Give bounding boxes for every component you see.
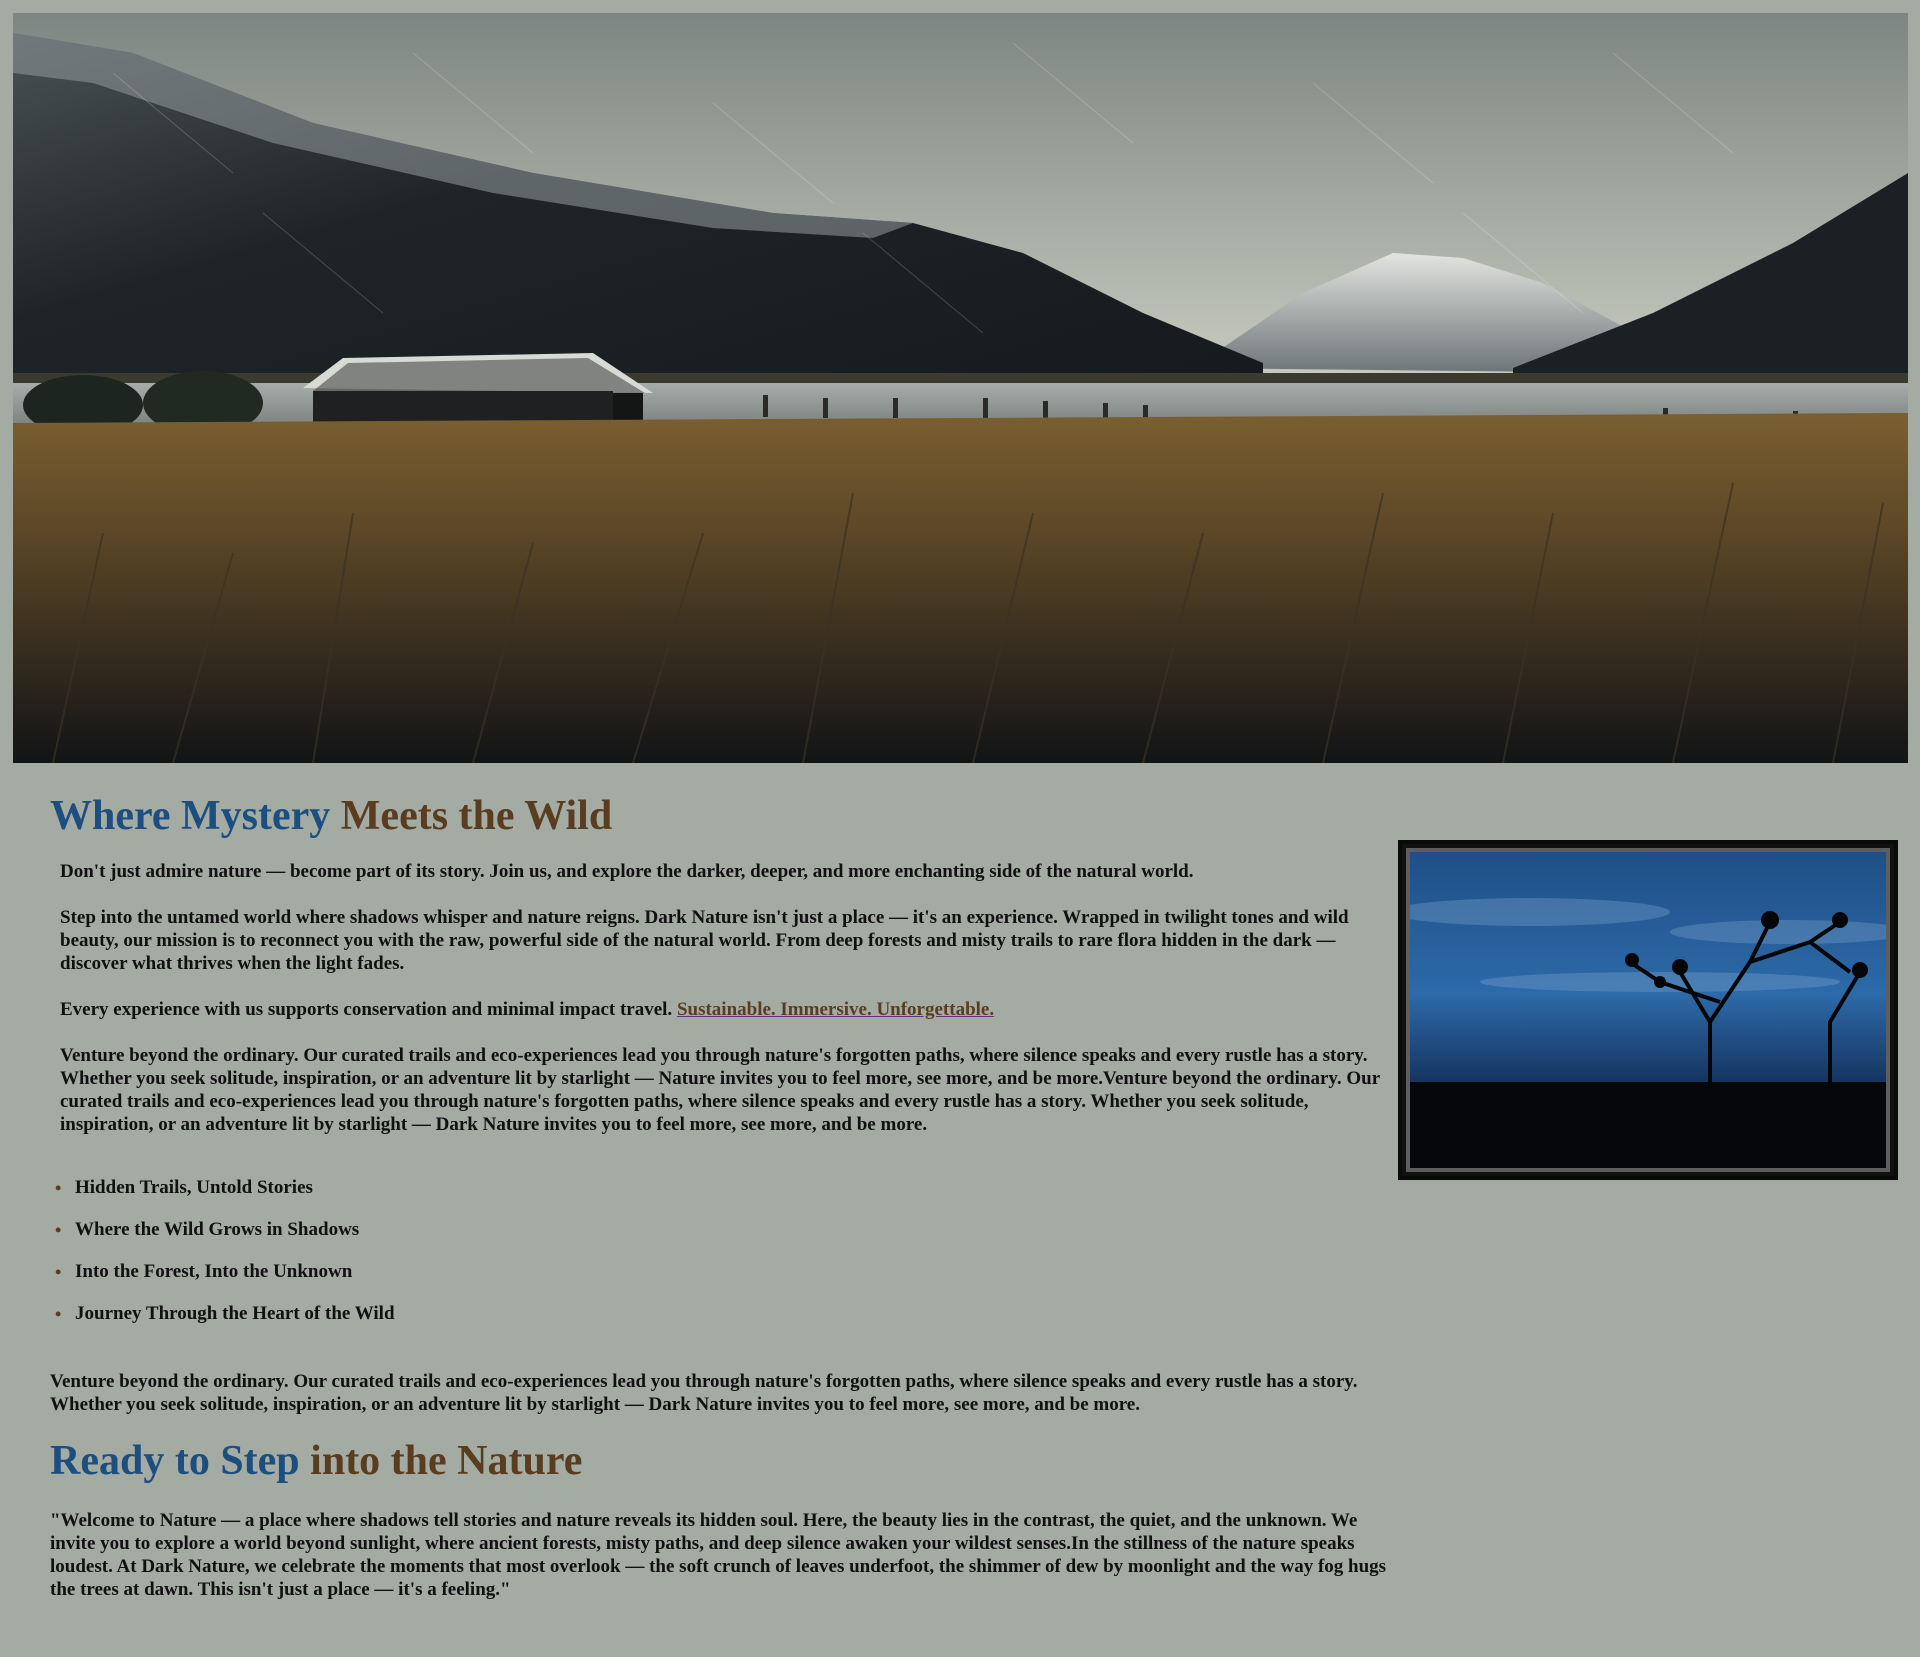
main-content: Where Mystery Meets the Wild Don't just … bbox=[50, 790, 1410, 1620]
list-item-label: Into the Forest, Into the Unknown bbox=[75, 1261, 353, 1282]
sustainable-link[interactable]: Sustainable. Immersive. Unforgettable. bbox=[677, 999, 994, 1020]
list-item: • Journey Through the Heart of the Wild bbox=[50, 1302, 1410, 1326]
title-part-brown: Meets the Wild bbox=[340, 793, 613, 839]
title-part-brown: into the Nature bbox=[310, 1438, 583, 1484]
section-title-mystery: Where Mystery Meets the Wild bbox=[50, 790, 1410, 842]
hero-image bbox=[13, 13, 1908, 763]
bullet-icon: • bbox=[55, 1262, 62, 1282]
bullet-icon: • bbox=[55, 1304, 62, 1324]
title-part-blue: Where Mystery bbox=[50, 793, 331, 839]
intro-paragraph-3-text: Every experience with us supports conser… bbox=[60, 999, 673, 1020]
section-title-ready: Ready to Step into the Nature bbox=[50, 1435, 1410, 1487]
intro-text: Don't just admire nature — become part o… bbox=[50, 860, 1390, 1136]
list-item-label: Where the Wild Grows in Shadows bbox=[75, 1219, 360, 1240]
side-photo-frame bbox=[1398, 840, 1898, 1180]
intro-paragraph-1: Don't just admire nature — become part o… bbox=[60, 861, 1194, 882]
intro-paragraph-3: Every experience with us supports conser… bbox=[60, 998, 1390, 1021]
bullet-icon: • bbox=[55, 1178, 62, 1198]
intro-paragraph-2: Step into the untamed world where shadow… bbox=[60, 907, 1349, 974]
twilight-tree-illustration bbox=[1410, 852, 1886, 1168]
list-item: • Into the Forest, Into the Unknown bbox=[50, 1260, 1410, 1284]
list-item-label: Journey Through the Heart of the Wild bbox=[75, 1303, 395, 1324]
title-part-blue: Ready to Step bbox=[50, 1438, 300, 1484]
after-list-paragraph: Venture beyond the ordinary. Our curated… bbox=[50, 1371, 1358, 1415]
features-list: • Hidden Trails, Untold Stories • Where th… bbox=[50, 1176, 1410, 1326]
bullet-icon: • bbox=[55, 1220, 62, 1240]
intro-paragraph-4: Venture beyond the ordinary. Our curated… bbox=[60, 1045, 1380, 1135]
list-item: • Hidden Trails, Untold Stories bbox=[50, 1176, 1410, 1200]
list-item-label: Hidden Trails, Untold Stories bbox=[75, 1177, 313, 1198]
hero-landscape-illustration bbox=[13, 13, 1908, 763]
welcome-quote: "Welcome to Nature — a place where shado… bbox=[50, 1510, 1387, 1600]
list-item: • Where the Wild Grows in Shadows bbox=[50, 1218, 1410, 1242]
